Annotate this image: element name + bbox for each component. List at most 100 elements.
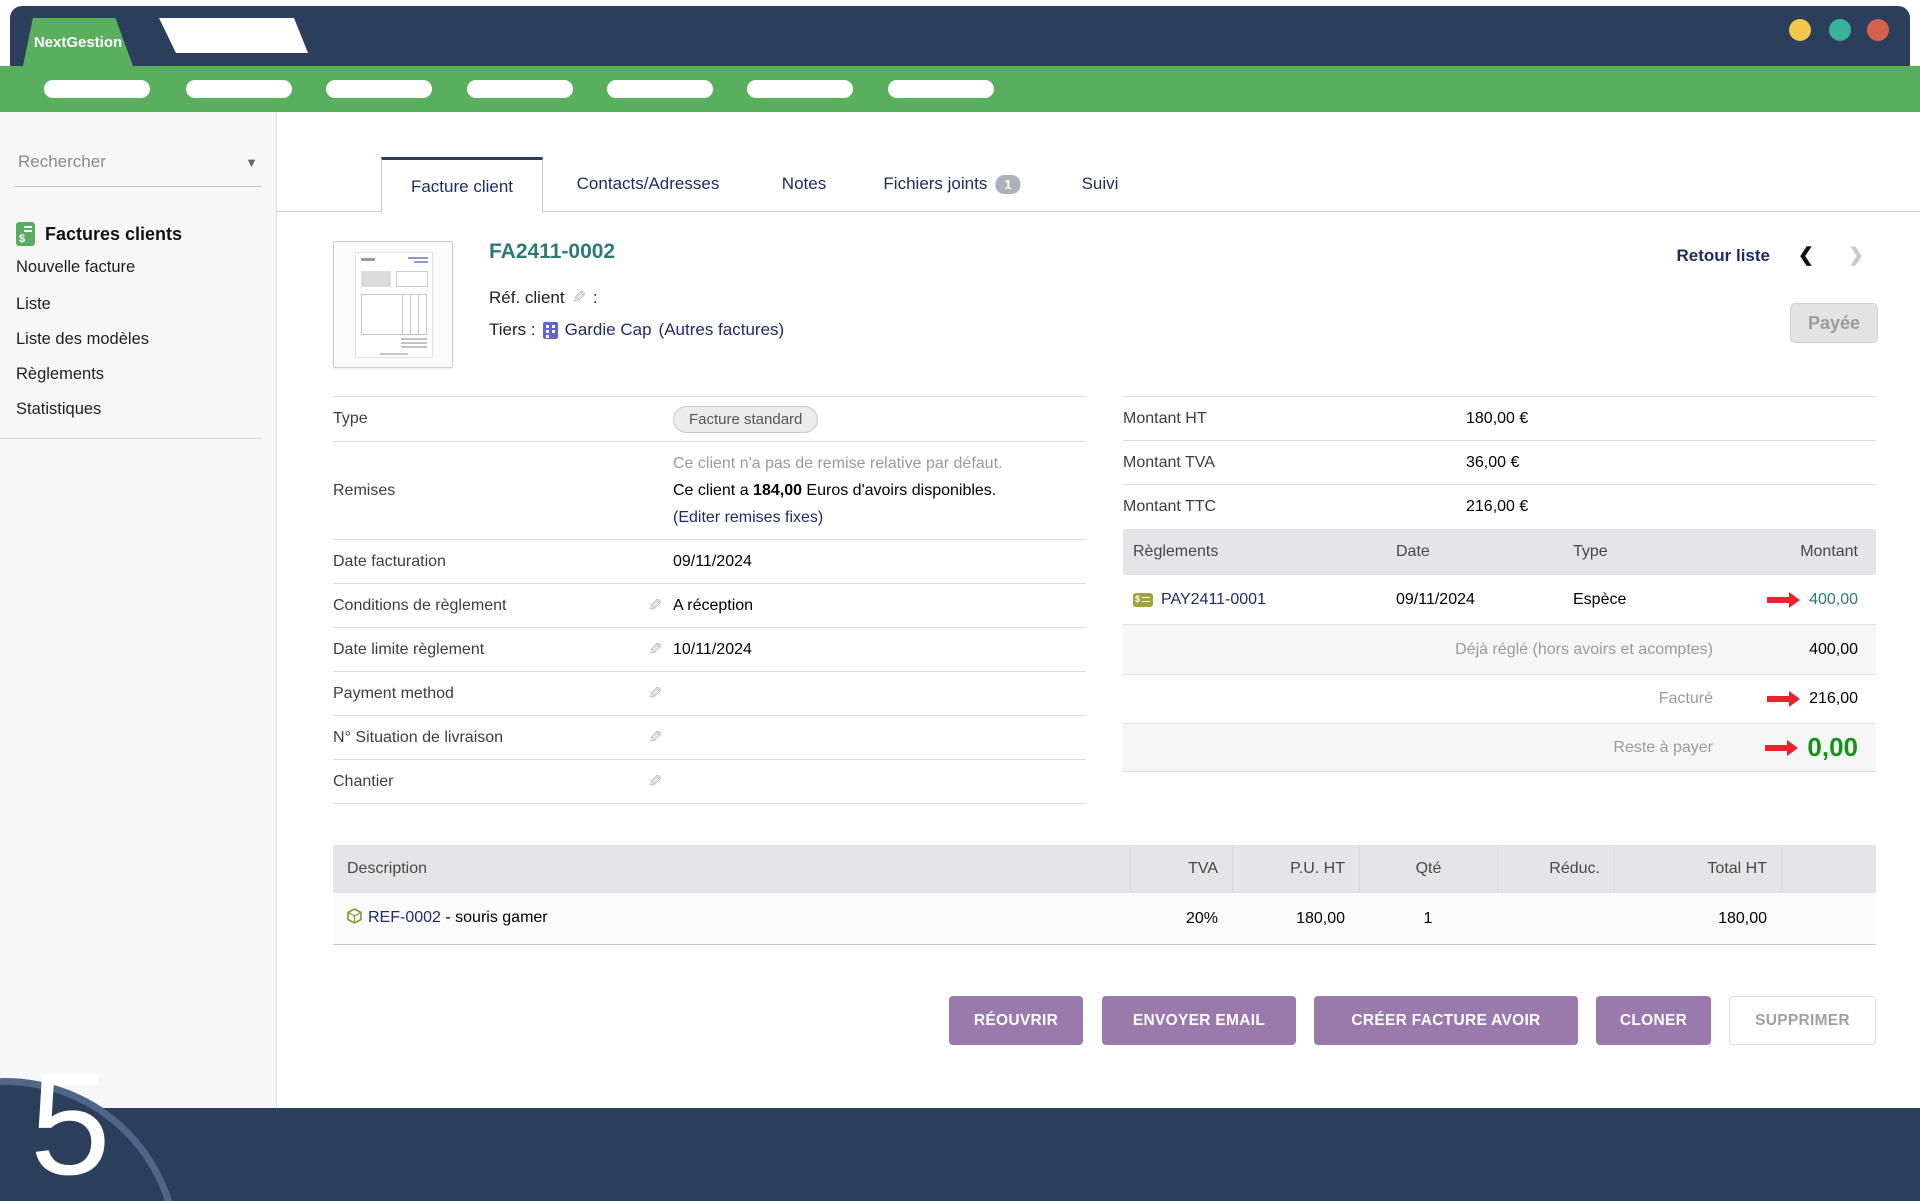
invoice-details-table: Type Facture standard Remises Ce client … [333,396,1086,804]
facture-label: Facturé [1133,690,1743,708]
prev-record-icon[interactable]: ❮ [1798,244,1814,267]
remise-line1: Ce client n'a pas de remise relative par… [673,450,1002,477]
montant-ttc-label: Montant TTC [1123,498,1466,516]
tiers-name-link[interactable]: Gardie Cap [565,320,652,340]
product-desc: - souris gamer [441,909,548,926]
inactive-browser-tab[interactable] [159,18,308,53]
menu-pill-6[interactable] [747,80,853,98]
conditions-value: A réception [673,597,753,615]
payment-date: 09/11/2024 [1396,591,1573,609]
sidebar-divider [0,438,262,439]
tab-contacts-adresses[interactable]: Contacts/Adresses [577,157,720,211]
edit-pencil-icon[interactable]: ✎ [648,640,662,660]
col-pu-ht: P.U. HT [1232,845,1359,893]
date-facturation-label: Date facturation [333,553,648,571]
edit-pencil-icon[interactable]: ✎ [648,772,662,792]
montant-ht-value: 180,00 € [1466,410,1528,428]
payments-header: Règlements Date Type Montant [1123,529,1876,575]
next-record-icon[interactable]: ❯ [1848,244,1864,267]
line-total-ht: 180,00 [1614,910,1781,928]
situation-label: N° Situation de livraison [333,729,648,747]
payment-ref-link[interactable]: PAY2411-0001 [1161,591,1266,609]
remises-label: Remises [333,482,648,500]
other-invoices-link[interactable]: (Autres factures) [659,320,785,340]
menu-pill-1[interactable] [44,80,150,98]
red-arrow-icon [1767,592,1800,608]
search-placeholder: Rechercher [18,152,106,172]
menu-pill-7[interactable] [888,80,994,98]
payments-col-type: Type [1573,543,1743,561]
red-arrow-icon [1765,740,1798,756]
menu-pill-5[interactable] [607,80,713,98]
amounts-and-payments: Montant HT 180,00 € Montant TVA 36,00 € … [1123,396,1876,772]
sidebar-item-reglements[interactable]: Règlements [16,365,104,384]
invoice-thumbnail-page [355,252,433,358]
invoice-ref-title: FA2411-0002 [489,240,615,264]
cloner-button[interactable]: CLONER [1596,996,1711,1045]
sidebar-item-statistiques[interactable]: Statistiques [16,400,101,419]
edit-pencil-icon[interactable]: ✎ [648,728,662,748]
chevron-down-icon[interactable]: ▼ [245,155,258,170]
payments-col-montant: Montant [1743,543,1876,561]
bottom-bar [0,1108,1920,1201]
app-window: NextGestion Rechercher ▼ Factures client… [0,0,1920,1201]
reste-a-payer-value: 0,00 [1807,732,1858,763]
edit-remises-link[interactable]: (Editer remises fixes) [673,509,823,526]
brand-tab: NextGestion [23,18,133,66]
menu-pill-2[interactable] [186,80,292,98]
lines-header: Description TVA P.U. HT Qté Réduc. Total… [333,845,1876,893]
reouvrir-button[interactable]: RÉOUVRIR [949,996,1083,1045]
facture-value: 216,00 [1809,690,1858,708]
envoyer-email-button[interactable]: ENVOYER EMAIL [1102,996,1296,1045]
payment-row: PAY2411-0001 09/11/2024 Espèce 400,00 [1123,575,1876,625]
invoice-type-pill: Facture standard [673,406,818,433]
company-building-icon [543,322,558,339]
tab-fichiers-joints[interactable]: Fichiers joints 1 [883,157,1020,211]
back-to-list-link[interactable]: Retour liste [1650,246,1770,266]
sidebar-item-liste-des-modeles[interactable]: Liste des modèles [16,330,149,349]
edit-pencil-icon[interactable]: ✎ [648,684,662,704]
tab-facture-client[interactable]: Facture client [381,157,543,213]
row-conditions: Conditions de règlement ✎ A réception [333,583,1086,627]
tab-suivi[interactable]: Suivi [1082,157,1119,211]
edit-pencil-icon[interactable]: ✎ [572,288,586,308]
row-montant-ht: Montant HT 180,00 € [1123,396,1876,440]
sidebar-item-liste[interactable]: Liste [16,295,51,314]
row-reste-a-payer: Reste à payer 0,00 [1123,723,1876,772]
montant-tva-label: Montant TVA [1123,454,1466,472]
row-montant-ttc: Montant TTC 216,00 € [1123,484,1876,529]
row-chantier: Chantier ✎ [333,759,1086,804]
date-facturation-value: 09/11/2024 [673,553,752,571]
date-limite-value: 10/11/2024 [673,641,752,659]
search-input[interactable]: Rechercher ▼ [14,146,262,187]
payment-money-icon [1133,593,1153,607]
date-limite-label: Date limite règlement [333,641,648,659]
col-total-ht: Total HT [1614,845,1781,893]
invoice-thumbnail[interactable] [333,241,453,368]
row-payment-method: Payment method ✎ [333,671,1086,715]
row-remises: Remises Ce client n'a pas de remise rela… [333,441,1086,539]
montant-ttc-value: 216,00 € [1466,498,1528,516]
line-tva: 20% [1130,910,1232,928]
payments-col-reglements: Règlements [1133,543,1396,561]
tab-notes[interactable]: Notes [782,157,826,211]
window-dot-teal-icon [1829,19,1851,41]
menu-pill-3[interactable] [326,80,432,98]
line-qty: 1 [1359,910,1497,928]
row-montant-tva: Montant TVA 36,00 € [1123,440,1876,484]
product-line-row: REF-0002 - souris gamer 20% 180,00 1 180… [333,893,1876,945]
status-badge: Payée [1790,303,1878,343]
creer-facture-avoir-button[interactable]: CRÉER FACTURE AVOIR [1314,996,1578,1045]
row-facture: Facturé 216,00 [1123,674,1876,723]
deja-regle-value: 400,00 [1809,641,1858,659]
sidebar-item-nouvelle-facture[interactable]: Nouvelle facture [16,258,135,277]
sidebar-section-factures-clients[interactable]: Factures clients [16,222,182,246]
tiers-line: Tiers : Gardie Cap (Autres factures) [489,320,784,340]
menu-pill-4[interactable] [467,80,573,98]
edit-pencil-icon[interactable]: ✎ [648,596,662,616]
row-date-facturation: Date facturation 09/11/2024 [333,539,1086,583]
attachments-count-badge: 1 [995,175,1020,194]
row-date-limite: Date limite règlement ✎ 10/11/2024 [333,627,1086,671]
supprimer-button[interactable]: SUPPRIMER [1729,996,1876,1045]
product-ref-link[interactable]: REF-0002 [368,909,441,926]
